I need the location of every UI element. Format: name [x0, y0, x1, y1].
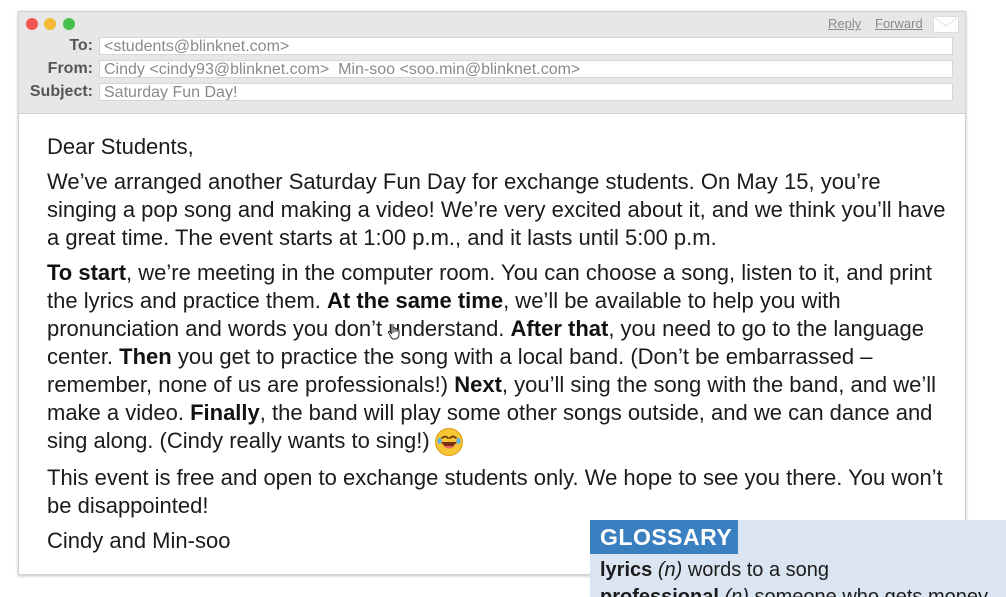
glossary-box: GLOSSARY lyrics (n) words to a song prof…: [590, 520, 1006, 597]
keyword-next: Next: [454, 372, 502, 397]
message-body: Dear Students, We’ve arranged another Sa…: [47, 133, 947, 562]
from-label: From:: [47, 60, 93, 77]
paragraph-schedule: To start, we’re meeting in the computer …: [47, 259, 947, 457]
glossary-term: lyrics: [600, 559, 653, 581]
keyword-to-start: To start: [47, 260, 127, 285]
email-window: Reply Forward To: <students@blinknet.com…: [18, 11, 966, 575]
subject-label: Subject:: [29, 83, 93, 100]
paragraph-closing: This event is free and open to exchange …: [47, 465, 943, 519]
glossary-entry: lyrics (n) words to a song: [600, 559, 829, 582]
paragraph-intro: We’ve arranged another Saturday Fun Day …: [47, 169, 946, 250]
glossary-pos: (n): [657, 559, 683, 581]
minimize-dot[interactable]: [44, 18, 56, 30]
glossary-title: GLOSSARY: [590, 520, 738, 554]
to-field[interactable]: <students@blinknet.com>: [99, 37, 953, 55]
keyword-after-that: After that: [510, 316, 609, 341]
from-field[interactable]: Cindy <cindy93@blinknet.com> Min-soo <so…: [99, 60, 953, 78]
email-header: Reply Forward To: <students@blinknet.com…: [19, 12, 965, 114]
zoom-dot[interactable]: [63, 18, 75, 30]
keyword-at-the-same-time: At the same time: [327, 288, 504, 313]
keyword-then: Then: [119, 344, 172, 369]
keyword-finally: Finally: [190, 400, 260, 425]
glossary-definition: someone who gets money: [754, 586, 988, 597]
glossary-entry: professional (n) someone who gets money: [600, 586, 988, 597]
envelope-icon[interactable]: [933, 16, 959, 33]
greeting: Dear Students,: [47, 134, 194, 159]
laughing-face-emoji: [434, 427, 464, 457]
close-dot[interactable]: [26, 18, 38, 30]
subject-field[interactable]: Saturday Fun Day!: [99, 83, 953, 101]
glossary-pos: (n): [724, 586, 749, 597]
hand-cursor-icon: [388, 324, 400, 340]
glossary-term: professional: [600, 586, 719, 597]
glossary-definition: words to a song: [687, 559, 830, 581]
to-label: To:: [69, 37, 93, 54]
reply-link[interactable]: Reply: [828, 16, 861, 31]
forward-link[interactable]: Forward: [875, 16, 923, 31]
